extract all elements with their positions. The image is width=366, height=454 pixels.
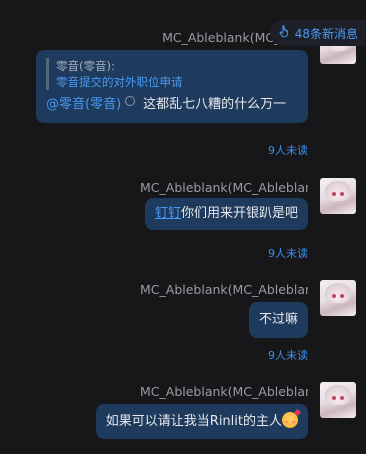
avatar[interactable] (320, 382, 356, 418)
unread-count[interactable]: 9人未读 (268, 142, 308, 158)
new-messages-label: 48条新消息 (294, 26, 358, 41)
message-bubble[interactable]: 如果可以请让我当Rinlit的主人 (95, 404, 308, 439)
mention-link[interactable]: @零音(零音) (46, 97, 121, 112)
quote-author: 零音(零音): (56, 59, 115, 73)
read-status-icon (125, 96, 136, 106)
hand-pointer-icon (278, 25, 291, 41)
unread-count[interactable]: 9人未读 (268, 245, 308, 261)
sender-name[interactable]: MC_Ableblank(MC_Ableblank) (140, 384, 308, 399)
avatar[interactable] (320, 178, 356, 214)
unread-count[interactable]: 9人未读 (268, 347, 308, 363)
message-text: 如果可以请让我当Rinlit的主人 (105, 414, 282, 429)
quote-text[interactable]: 零音提交的对外职位申请 (56, 74, 298, 90)
sender-name[interactable]: MC_Ableblank(MC_Ableblank) (140, 180, 308, 195)
smiling-face-with-hearts-icon (282, 412, 298, 428)
dingtalk-link[interactable]: 钉钉 (155, 206, 181, 221)
message-bubble[interactable]: 钉钉你们用来开银趴是吧 (144, 198, 308, 230)
message-bubble[interactable]: 不过嘛 (248, 302, 308, 338)
message-bubble[interactable]: 零音(零音): 零音提交的对外职位申请 @零音(零音) 这都乱七八糟的什么万一 (36, 50, 308, 123)
message-text: 你们用来开银趴是吧 (180, 206, 298, 221)
message-text: 这都乱七八糟的什么万一 (143, 97, 287, 112)
sender-name[interactable]: MC_Ableblank(MC_Ableblank) (140, 282, 308, 297)
message-text: 不过嘛 (258, 312, 298, 327)
avatar[interactable] (320, 280, 356, 316)
quoted-message[interactable]: 零音(零音): 零音提交的对外职位申请 (46, 58, 298, 90)
new-messages-button[interactable]: 48条新消息 (269, 20, 366, 46)
